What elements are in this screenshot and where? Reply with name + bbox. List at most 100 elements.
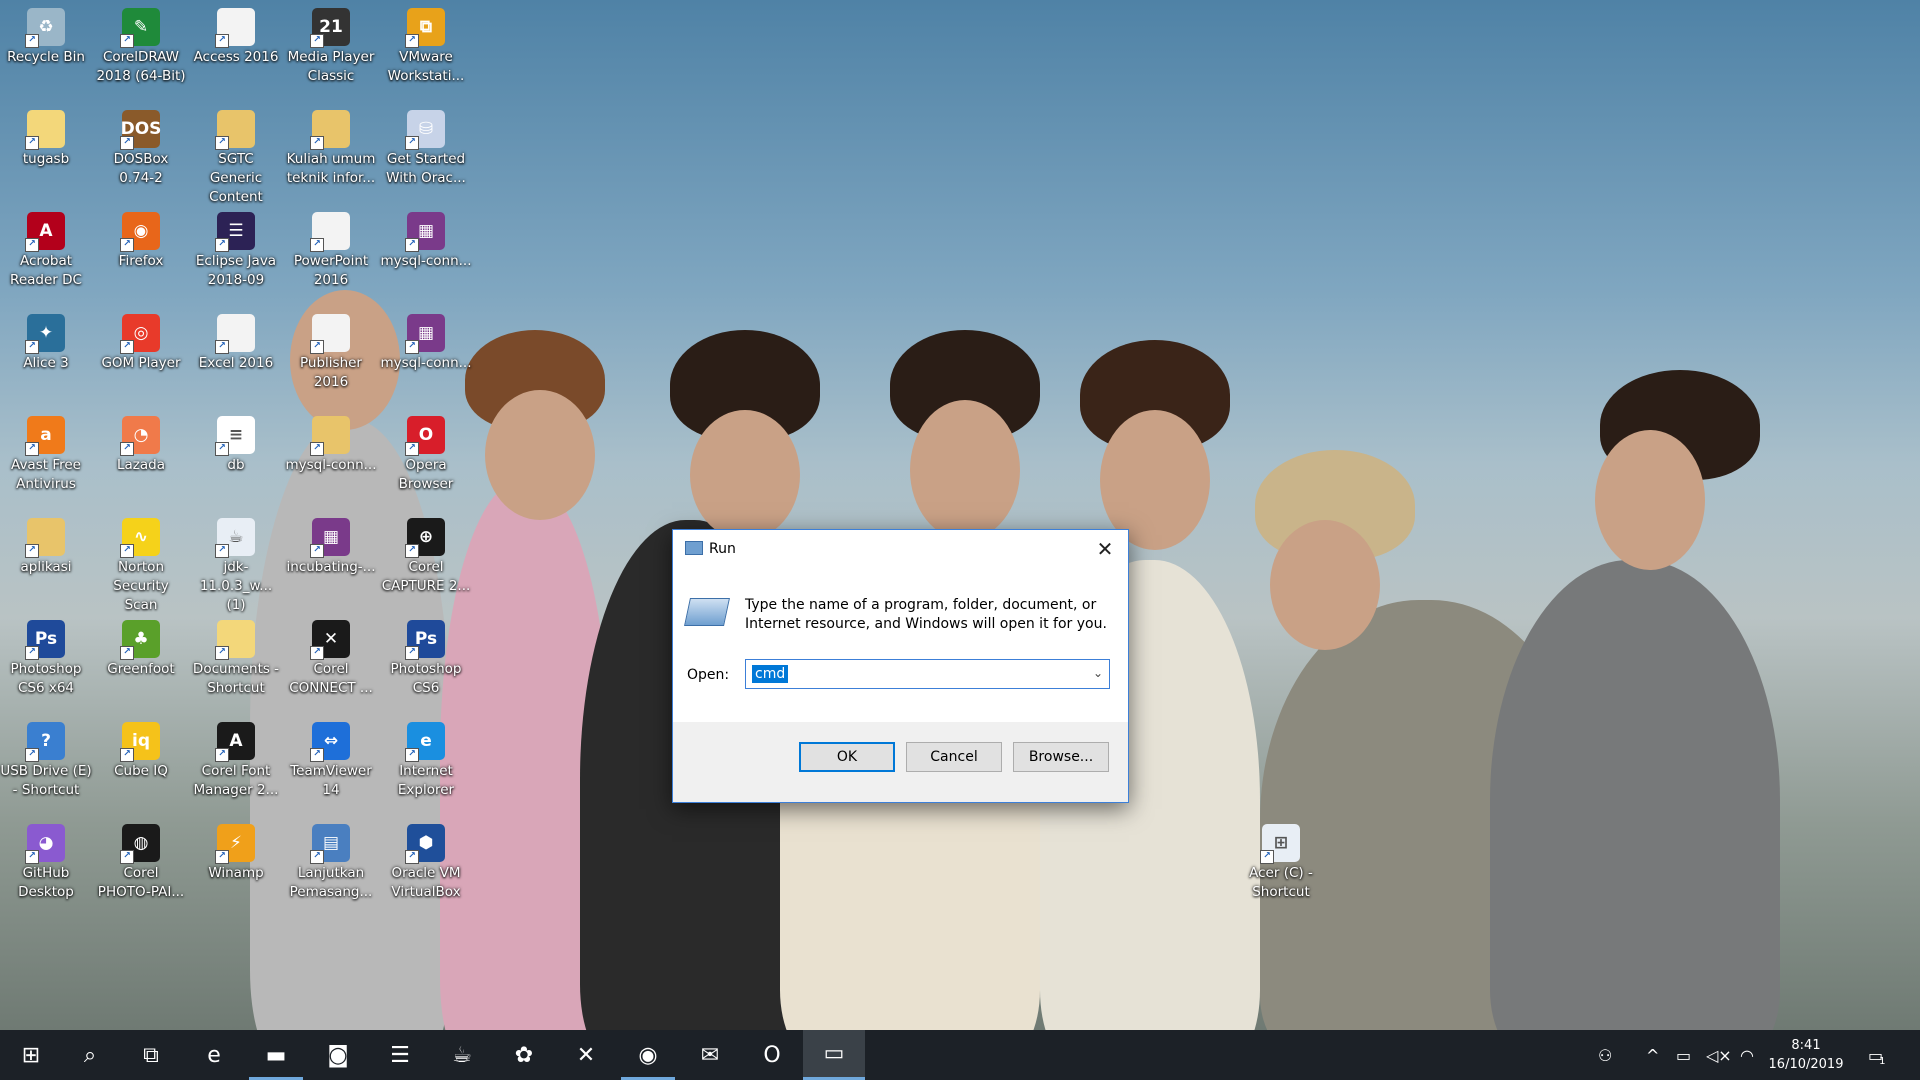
desktop-icon[interactable]: iq ↗ Cube IQ — [95, 716, 187, 816]
desktop-icon[interactable]: ♻ ↗ Recycle Bin — [0, 2, 92, 102]
wallpaper-figure — [485, 390, 595, 520]
desktop-icon[interactable]: ⊕ ↗ Corel CAPTURE 2... — [380, 512, 472, 612]
desktop-icon[interactable]: 21 ↗ Media Player Classic — [285, 2, 377, 102]
desktop-icon[interactable]: ◔ ↗ Lazada — [95, 410, 187, 510]
action-center-button[interactable]: ▭ 1 — [1868, 1030, 1886, 1080]
winamp-icon: ⚡ ↗ — [215, 824, 255, 864]
desktop-icon[interactable]: ∿ ↗ Norton Security Scan — [95, 512, 187, 613]
desktop-icon[interactable]: ⇔ ↗ TeamViewer 14 — [285, 716, 377, 816]
desktop-icon[interactable]: ↗ aplikasi — [0, 512, 92, 612]
desktop-icon[interactable]: ▦ ↗ mysql-conn... — [380, 308, 472, 408]
desktop-icon[interactable]: ✦ ↗ Alice 3 — [0, 308, 92, 408]
desktop-icon[interactable]: ≡ ↗ db — [190, 410, 282, 510]
shortcut-arrow-icon: ↗ — [310, 646, 324, 660]
desktop-icon[interactable]: ▤ ↗ Lanjutkan Pemasang... — [285, 818, 377, 918]
shortcut-arrow-icon: ↗ — [25, 238, 39, 252]
desktop-icon-label: Oracle VM VirtualBox — [391, 865, 461, 900]
shortcut-arrow-icon: ↗ — [405, 748, 419, 762]
desktop-icon[interactable]: ↗ Publisher 2016 — [285, 308, 377, 408]
desktop-icon[interactable]: ◕ ↗ GitHub Desktop — [0, 818, 92, 918]
desktop-icon[interactable]: ▦ ↗ mysql-conn... — [380, 206, 472, 306]
task-view-button[interactable]: ⧉ — [120, 1030, 182, 1080]
open-input-value[interactable]: cmd — [752, 665, 789, 683]
shortcut-arrow-icon: ↗ — [120, 442, 134, 456]
taskbar-clock[interactable]: 8:41 16/10/2019 — [1758, 1036, 1854, 1074]
shortcut-arrow-icon: ↗ — [120, 238, 134, 252]
desktop-icon-label: Corel Font Manager 2... — [193, 763, 279, 798]
taskbar-run[interactable]: ▭ — [803, 1030, 865, 1080]
volume-muted-icon[interactable]: ◁× — [1706, 1030, 1732, 1080]
desktop-icon[interactable]: A ↗ Acrobat Reader DC — [0, 206, 92, 306]
desktop-icon[interactable]: e ↗ Internet Explorer — [380, 716, 472, 816]
taskbar-internet-explorer[interactable]: e — [183, 1030, 245, 1080]
desktop-icon[interactable]: ◉ ↗ Firefox — [95, 206, 187, 306]
desktop-icon[interactable]: ↗ PowerPoint 2016 — [285, 206, 377, 306]
desktop-icon[interactable]: ? ↗ USB Drive (E) - Shortcut — [0, 716, 92, 816]
desktop-icon[interactable]: A ↗ Corel Font Manager 2... — [190, 716, 282, 816]
shortcut-arrow-icon: ↗ — [215, 136, 229, 150]
desktop-icon[interactable]: ↗ SGTC Generic Content — [190, 104, 282, 205]
desktop-icon[interactable]: ↗ Excel 2016 — [190, 308, 282, 408]
taskbar-xampp[interactable]: ✕ — [555, 1030, 617, 1080]
shortcut-arrow-icon: ↗ — [310, 238, 324, 252]
taskbar-java[interactable]: ☕ — [431, 1030, 493, 1080]
desktop-icon[interactable]: ◎ ↗ GOM Player — [95, 308, 187, 408]
shortcut-arrow-icon: ↗ — [120, 850, 134, 864]
desktop-icon[interactable]: a ↗ Avast Free Antivirus — [0, 410, 92, 510]
shortcut-arrow-icon: ↗ — [405, 340, 419, 354]
clock-date: 16/10/2019 — [1768, 1057, 1844, 1072]
desktop-icon[interactable]: Ps ↗ Photoshop CS6 — [380, 614, 472, 714]
desktop-icon[interactable]: ⬢ ↗ Oracle VM VirtualBox — [380, 818, 472, 918]
desktop-icon[interactable]: ↗ mysql-conn... — [285, 410, 377, 510]
taskbar-app[interactable]: ✿ — [493, 1030, 555, 1080]
open-label: Open: — [687, 667, 730, 683]
desktop-icon[interactable]: ↗ tugasb — [0, 104, 92, 204]
ok-button[interactable]: OK — [799, 742, 895, 772]
desktop-icon[interactable]: ☕ ↗ jdk-11.0.3_w... (1) — [190, 512, 282, 613]
chevron-down-icon[interactable]: ⌄ — [1093, 666, 1103, 680]
battery-icon[interactable]: ▭ — [1676, 1030, 1691, 1080]
desktop-icon[interactable]: ⛁ ↗ Get Started With Orac... — [380, 104, 472, 204]
desktop-icon[interactable]: ◍ ↗ Corel PHOTO-PAI... — [95, 818, 187, 918]
taskbar-file-explorer[interactable]: ▬ — [245, 1030, 307, 1080]
desktop-icon[interactable]: ↗ Kuliah umum teknik infor... — [285, 104, 377, 204]
desktop-icon[interactable]: ⚡ ↗ Winamp — [190, 818, 282, 918]
close-icon[interactable]: ✕ — [1082, 530, 1128, 568]
open-combobox[interactable]: cmd ⌄ — [745, 659, 1110, 689]
cancel-button[interactable]: Cancel — [906, 742, 1002, 772]
start-button[interactable]: ⊞ — [0, 1030, 62, 1080]
taskbar-chrome[interactable]: ◉ — [617, 1030, 679, 1080]
shortcut-arrow-icon: ↗ — [120, 34, 134, 48]
desktop-icon[interactable]: ⊞ ↗ Acer (C) - Shortcut — [1235, 818, 1327, 918]
wifi-icon[interactable]: ◠ — [1740, 1030, 1754, 1080]
app-icon: ✿ — [514, 1042, 534, 1068]
corel-capture-icon: ⊕ ↗ — [405, 518, 445, 558]
run-dialog-titlebar[interactable]: Run ✕ — [673, 530, 1128, 568]
desktop-icon[interactable]: ⧉ ↗ VMware Workstati... — [380, 2, 472, 102]
desktop-icon[interactable]: ✕ ↗ Corel CONNECT ... — [285, 614, 377, 714]
show-hidden-icons-chevron-icon[interactable]: ^ — [1646, 1030, 1659, 1080]
shortcut-arrow-icon: ↗ — [310, 544, 324, 558]
search-button[interactable]: ⌕ — [59, 1030, 121, 1080]
desktop-icon[interactable]: ♣ ↗ Greenfoot — [95, 614, 187, 714]
browse-button[interactable]: Browse... — [1013, 742, 1109, 772]
drive-icon: ⊞ ↗ — [1260, 824, 1300, 864]
shortcut-arrow-icon: ↗ — [405, 646, 419, 660]
desktop-icon[interactable]: ☰ ↗ Eclipse Java 2018-09 — [190, 206, 282, 306]
desktop-icon[interactable]: ▦ ↗ incubating-... — [285, 512, 377, 612]
people-icon[interactable]: ⚇ — [1598, 1030, 1612, 1080]
desktop-icon[interactable]: ↗ Access 2016 — [190, 2, 282, 102]
taskbar-eclipse[interactable]: ☰ — [369, 1030, 431, 1080]
shortcut-arrow-icon: ↗ — [25, 646, 39, 660]
desktop-icon[interactable]: DOS ↗ DOSBox 0.74-2 — [95, 104, 187, 204]
taskbar-mail[interactable]: ✉ — [679, 1030, 741, 1080]
taskbar-camera[interactable]: ◙ — [307, 1030, 369, 1080]
desktop-icon-label: Opera Browser — [398, 457, 454, 492]
desktop-icon[interactable]: Ps ↗ Photoshop CS6 x64 — [0, 614, 92, 714]
desktop-icon[interactable]: O ↗ Opera Browser — [380, 410, 472, 510]
desktop-icon[interactable]: ✎ ↗ CorelDRAW 2018 (64-Bit) — [95, 2, 187, 102]
taskbar-opera[interactable]: O — [741, 1030, 803, 1080]
shortcut-arrow-icon: ↗ — [215, 544, 229, 558]
desktop-icon[interactable]: ↗ Documents - Shortcut — [190, 614, 282, 714]
desktop-icon-label: mysql-conn... — [380, 253, 472, 269]
